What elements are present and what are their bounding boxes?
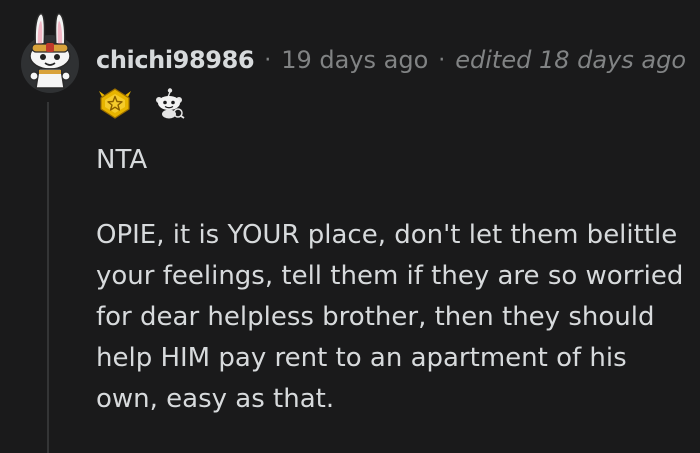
comment-meta: chichi98986 · 19 days ago · edited 18 da… bbox=[96, 44, 686, 76]
username-link[interactable]: chichi98986 bbox=[96, 46, 255, 74]
edited-timestamp: edited 18 days ago bbox=[455, 46, 687, 74]
comment-paragraph: NTA bbox=[96, 145, 148, 175]
snoo-award-icon[interactable] bbox=[152, 87, 186, 119]
meta-separator: · bbox=[438, 47, 446, 73]
comment-body: NTA OPIE, it is YOUR place, don't let th… bbox=[96, 140, 686, 420]
avatar[interactable] bbox=[20, 10, 80, 94]
bunny-snoo-avatar-icon bbox=[21, 13, 79, 93]
gold-star-award-icon[interactable] bbox=[98, 87, 132, 119]
post-timestamp[interactable]: 19 days ago bbox=[281, 46, 428, 74]
comment-paragraph: OPIE, it is YOUR place, don't let them b… bbox=[96, 220, 684, 414]
meta-separator: · bbox=[264, 47, 272, 73]
award-list[interactable] bbox=[98, 86, 186, 120]
thread-collapse-line[interactable] bbox=[47, 102, 49, 453]
